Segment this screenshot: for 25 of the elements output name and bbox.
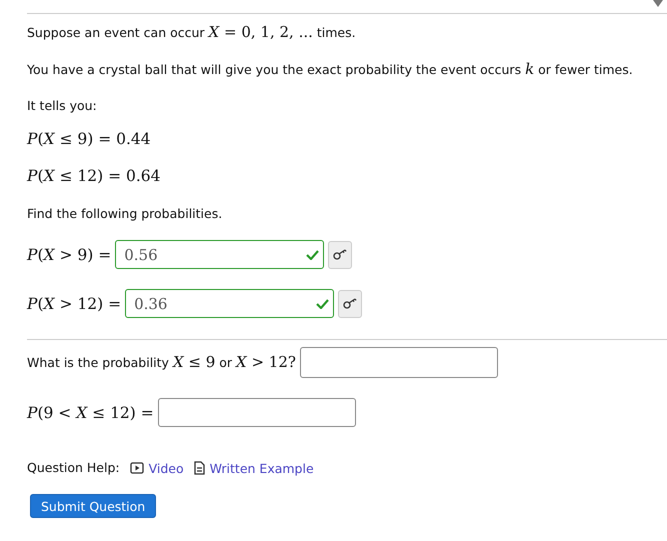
dropdown-arrow-icon[interactable] [653, 0, 663, 7]
answer-field[interactable] [300, 347, 498, 378]
answer-field[interactable]: 0.36 [125, 289, 334, 318]
document-icon [194, 461, 205, 475]
equation-label: P(9 < X ≤ 12) = [27, 402, 154, 422]
given-probability: P(X ≤ 12) = 0.64 [27, 166, 161, 186]
equation-label: P(X > 12) = [27, 294, 122, 314]
intro-text: Suppose an event can occur X = 0, 1, 2, ... times. [27, 23, 356, 42]
answer-field[interactable]: 0.56 [115, 240, 324, 269]
video-icon [130, 462, 144, 474]
key-button[interactable] [338, 290, 362, 318]
given-probability: P(X ≤ 9) = 0.44 [27, 129, 151, 149]
key-button[interactable] [328, 240, 352, 268]
key-icon [333, 249, 348, 260]
key-icon [343, 298, 358, 309]
submit-button[interactable]: Submit Question [30, 494, 156, 518]
help-link[interactable]: Written Example [194, 460, 314, 476]
instruction-text: You have a crystal ball that will give you the exact probability the event occurs k or fewer times. [27, 60, 633, 79]
question-text: What is the probability X ≤ 9 or X > 12? [27, 353, 296, 372]
help-label: Question Help: [27, 459, 120, 477]
find-text: Find the following probabilities. [27, 205, 222, 223]
equation-label: P(X > 9) = [27, 244, 112, 264]
tells-text: It tells you: [27, 97, 97, 115]
answer-field[interactable] [158, 398, 356, 427]
help-link[interactable]: Video [130, 460, 184, 476]
